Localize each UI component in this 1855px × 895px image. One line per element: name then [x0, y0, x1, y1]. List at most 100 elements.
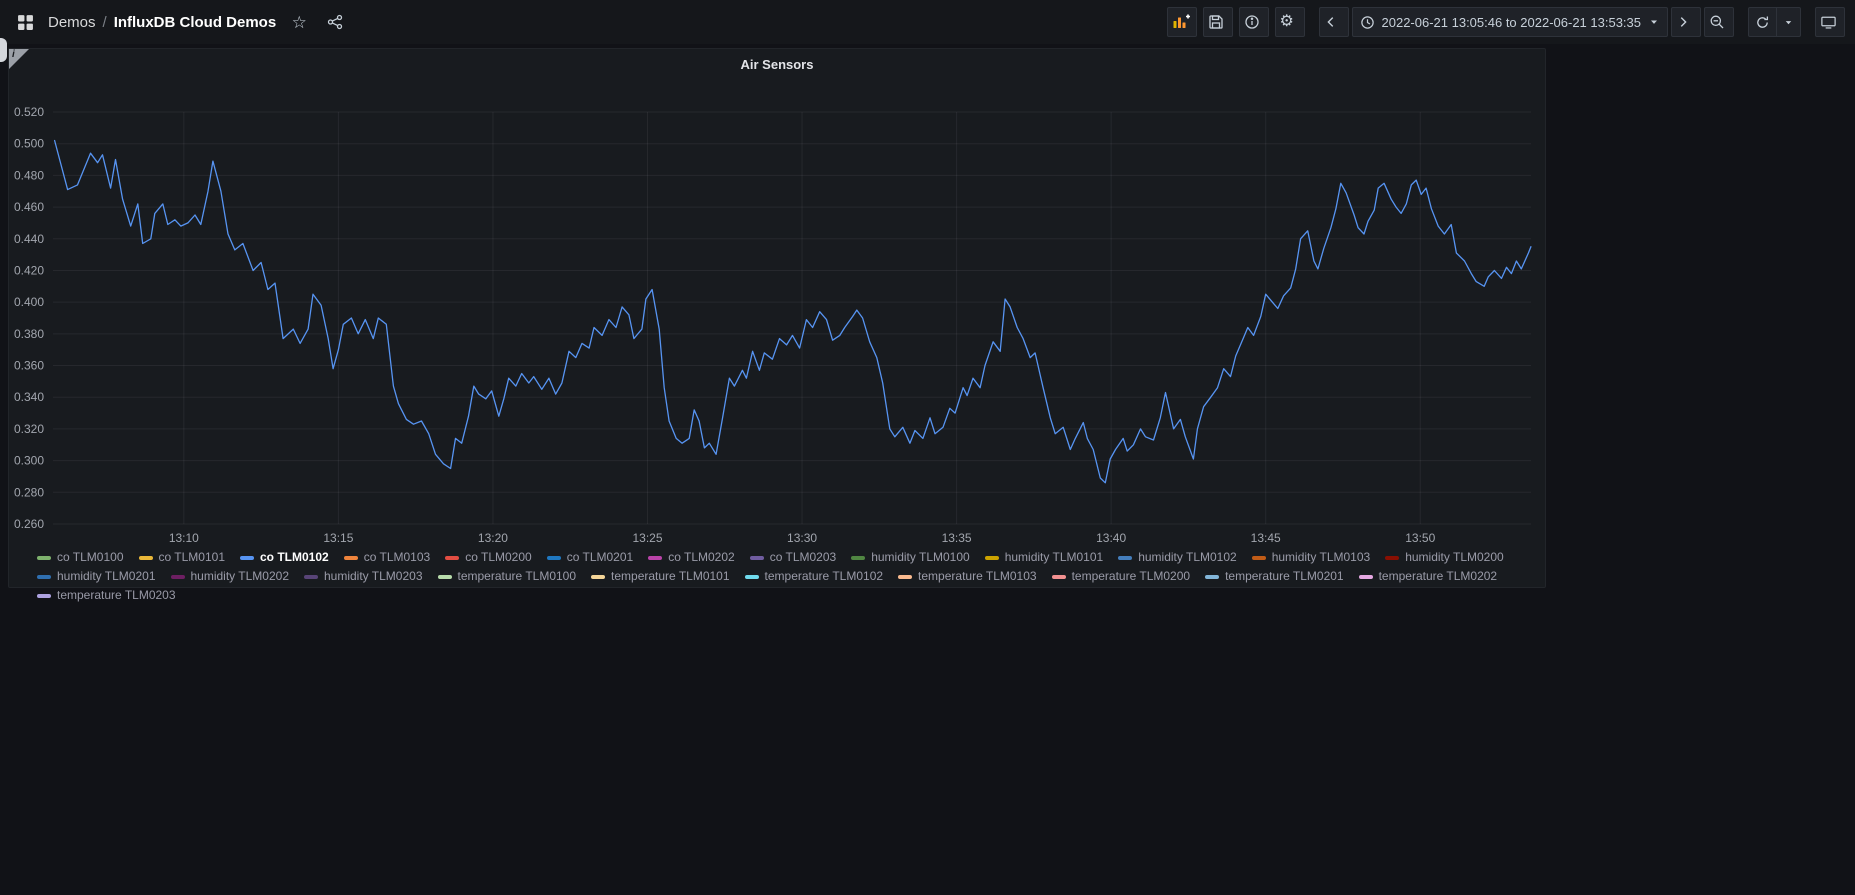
legend-item-co-TLM0100[interactable]: co TLM0100 [37, 551, 124, 564]
panel-info-corner-icon[interactable]: i [9, 49, 29, 69]
y-axis-tick-label: 0.520 [14, 105, 44, 119]
legend-item-temperature-TLM0101[interactable]: temperature TLM0101 [591, 570, 730, 583]
time-shift-back-icon[interactable] [1319, 7, 1349, 37]
legend-swatch [438, 575, 452, 579]
insights-info-icon[interactable] [1239, 7, 1269, 37]
legend-item-humidity-TLM0202[interactable]: humidity TLM0202 [171, 570, 290, 583]
legend-swatch [171, 575, 185, 579]
y-axis-tick-label: 0.480 [14, 168, 44, 182]
legend-label: temperature TLM0103 [918, 570, 1037, 583]
legend-swatch [1205, 575, 1219, 579]
legend-label: co TLM0103 [364, 551, 431, 564]
legend-item-humidity-TLM0102[interactable]: humidity TLM0102 [1118, 551, 1237, 564]
navbar-left: Demos / InfluxDB Cloud Demos ☆ [12, 7, 348, 37]
legend-item-co-TLM0203[interactable]: co TLM0203 [750, 551, 837, 564]
x-axis-tick-label: 13:50 [1405, 531, 1435, 545]
navbar: Demos / InfluxDB Cloud Demos ☆ [0, 0, 1855, 44]
navbar-right: ⚙ 2022-06-21 13:05:46 to 2022-06-21 13:5… [1167, 7, 1846, 37]
legend-item-co-TLM0103[interactable]: co TLM0103 [344, 551, 431, 564]
legend-item-humidity-TLM0100[interactable]: humidity TLM0100 [851, 551, 970, 564]
legend-swatch [37, 575, 51, 579]
chart-svg: 0.2600.2800.3000.3200.3400.3600.3800.400… [9, 83, 1545, 553]
y-axis-tick-label: 0.440 [14, 232, 44, 246]
legend-item-temperature-TLM0103[interactable]: temperature TLM0103 [898, 570, 1037, 583]
legend-swatch [240, 556, 254, 560]
breadcrumb-section[interactable]: Demos [48, 14, 96, 31]
y-axis-tick-label: 0.460 [14, 200, 44, 214]
dashboard-canvas: i Air Sensors 0.2600.2800.3000.3200.3400… [0, 44, 1855, 592]
legend-swatch [985, 556, 999, 560]
legend-label: humidity TLM0100 [871, 551, 970, 564]
legend-swatch [344, 556, 358, 560]
time-range-picker[interactable]: 2022-06-21 13:05:46 to 2022-06-21 13:53:… [1352, 7, 1669, 37]
x-axis-tick-label: 13:25 [632, 531, 662, 545]
legend-label: temperature TLM0203 [57, 589, 176, 602]
time-range-label: 2022-06-21 13:05:46 to 2022-06-21 13:53:… [1382, 15, 1642, 30]
panel-air-sensors: i Air Sensors 0.2600.2800.3000.3200.3400… [8, 48, 1546, 588]
settings-gear-icon[interactable]: ⚙ [1275, 7, 1305, 37]
series-line-co-TLM0102 [55, 141, 1531, 483]
legend-item-humidity-TLM0203[interactable]: humidity TLM0203 [304, 570, 423, 583]
legend-swatch [851, 556, 865, 560]
legend-label: co TLM0203 [770, 551, 837, 564]
legend-item-temperature-TLM0202[interactable]: temperature TLM0202 [1359, 570, 1498, 583]
legend-label: temperature TLM0201 [1225, 570, 1344, 583]
legend-label: co TLM0202 [668, 551, 735, 564]
x-axis-tick-label: 13:30 [787, 531, 817, 545]
legend-swatch [1252, 556, 1266, 560]
legend-item-co-TLM0200[interactable]: co TLM0200 [445, 551, 532, 564]
x-axis-tick-label: 13:20 [478, 531, 508, 545]
legend-label: humidity TLM0101 [1005, 551, 1104, 564]
legend-label: co TLM0100 [57, 551, 124, 564]
legend-item-co-TLM0102[interactable]: co TLM0102 [240, 551, 329, 564]
legend-item-humidity-TLM0200[interactable]: humidity TLM0200 [1385, 551, 1504, 564]
chart-area: 0.2600.2800.3000.3200.3400.3600.3800.400… [9, 83, 1545, 553]
share-icon[interactable] [322, 7, 348, 37]
y-axis-tick-label: 0.380 [14, 327, 44, 341]
legend-label: co TLM0201 [567, 551, 634, 564]
panel-title[interactable]: Air Sensors [9, 49, 1545, 79]
legend-label: temperature TLM0100 [458, 570, 577, 583]
legend-item-temperature-TLM0100[interactable]: temperature TLM0100 [438, 570, 577, 583]
x-axis-tick-label: 13:10 [169, 531, 199, 545]
y-axis-tick-label: 0.500 [14, 137, 44, 151]
legend-label: humidity TLM0203 [324, 570, 423, 583]
x-axis-tick-label: 13:35 [942, 531, 972, 545]
x-axis-tick-label: 13:45 [1251, 531, 1281, 545]
dashboard-actions-group: ⚙ [1167, 7, 1305, 37]
legend-item-temperature-TLM0201[interactable]: temperature TLM0201 [1205, 570, 1344, 583]
breadcrumb-title[interactable]: InfluxDB Cloud Demos [114, 14, 277, 31]
legend-item-humidity-TLM0101[interactable]: humidity TLM0101 [985, 551, 1104, 564]
legend-swatch [547, 556, 561, 560]
sidemenu-toggle[interactable] [0, 38, 7, 62]
legend-swatch [139, 556, 153, 560]
legend-item-co-TLM0202[interactable]: co TLM0202 [648, 551, 735, 564]
legend-item-temperature-TLM0203[interactable]: temperature TLM0203 [37, 589, 176, 602]
star-icon[interactable]: ☆ [286, 7, 312, 37]
caret-down-icon [1648, 16, 1660, 28]
legend-item-co-TLM0101[interactable]: co TLM0101 [139, 551, 226, 564]
zoom-out-time-icon[interactable] [1704, 7, 1734, 37]
legend-swatch [898, 575, 912, 579]
legend-swatch [445, 556, 459, 560]
legend-swatch [37, 594, 51, 598]
legend-swatch [1359, 575, 1373, 579]
legend-item-temperature-TLM0102[interactable]: temperature TLM0102 [745, 570, 884, 583]
kiosk-tv-icon[interactable] [1815, 7, 1845, 37]
legend-item-temperature-TLM0200[interactable]: temperature TLM0200 [1052, 570, 1191, 583]
dashboards-grid-icon[interactable] [12, 7, 38, 37]
refresh-icon[interactable] [1749, 8, 1776, 36]
y-axis-tick-label: 0.300 [14, 454, 44, 468]
time-shift-forward-icon[interactable] [1671, 7, 1701, 37]
refresh-interval-caret-icon[interactable] [1776, 8, 1800, 36]
legend-item-co-TLM0201[interactable]: co TLM0201 [547, 551, 634, 564]
legend-label: temperature TLM0102 [765, 570, 884, 583]
add-panel-icon[interactable] [1167, 7, 1197, 37]
legend-label: humidity TLM0200 [1405, 551, 1504, 564]
save-dashboard-icon[interactable] [1203, 7, 1233, 37]
x-axis-tick-label: 13:15 [323, 531, 353, 545]
legend-label: temperature TLM0202 [1379, 570, 1498, 583]
legend-item-humidity-TLM0201[interactable]: humidity TLM0201 [37, 570, 156, 583]
y-axis-tick-label: 0.420 [14, 263, 44, 277]
legend-item-humidity-TLM0103[interactable]: humidity TLM0103 [1252, 551, 1371, 564]
